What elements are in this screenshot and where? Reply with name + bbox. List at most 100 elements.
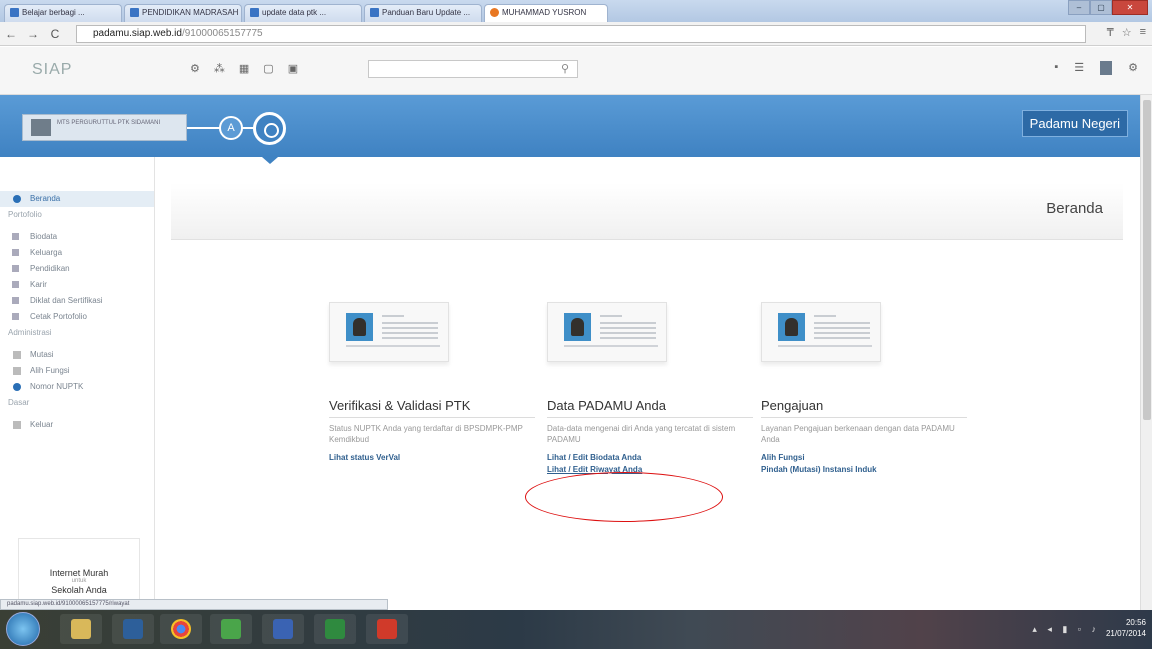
favicon-icon [490,8,499,18]
sidebar-item-beranda[interactable]: Beranda [0,191,154,207]
vertical-scrollbar[interactable] [1140,95,1152,610]
ad-banner[interactable]: Internet Murah untuk Sekolah Anda [18,538,140,600]
start-button[interactable] [6,612,40,646]
page-header: MTS PERGURUTTUL PTK SIDAMANI A Padamu Ne… [0,95,1140,164]
sidebar-item-biodata[interactable]: Biodata [0,229,154,245]
sidebar-item-pendidikan[interactable]: Pendidikan [0,261,154,277]
folder-icon [71,619,91,639]
star-icon[interactable]: ☆ [1122,26,1132,39]
page-title-bar: Beranda [171,183,1123,240]
siap-topbar: SIAP ⚙ ⁂ ▦ ▢ ▣ ⚲ ▪ ☰ ⚙ [0,47,1152,95]
card-title: Pengajuan [761,398,967,418]
grid-icon[interactable]: ▪ [1054,61,1058,75]
settings-icon[interactable]: ⚙ [1128,61,1138,75]
sidebar-item-cetak[interactable]: Cetak Portofolio [0,309,154,325]
school-photo [31,119,51,136]
avatar[interactable] [1100,61,1113,75]
taskbar-excel[interactable] [314,614,356,644]
forward-icon[interactable]: → [22,27,44,41]
taskbar-acrobat[interactable] [366,614,408,644]
main-content: Beranda Verifikasi & Validasi PTK Status… [155,157,1140,600]
address-bar[interactable]: padamu.siap.web.id/91000065157775 [76,25,1086,43]
siap-logo[interactable]: SIAP [32,61,72,79]
sidebar-item-mutasi[interactable]: Mutasi [0,347,154,363]
search-icon[interactable]: ⚲ [561,62,569,75]
taskbar-chrome[interactable] [160,614,202,644]
browser-tab[interactable]: update data ptk ... [244,4,362,22]
transfer-icon [13,351,21,359]
ad-small: untuk [71,578,87,584]
step-current-icon[interactable] [253,112,286,145]
link-pindah-mutasi[interactable]: Pindah (Mutasi) Instansi Induk [761,465,877,474]
gear-icon[interactable]: ⚙ [190,62,200,75]
scroll-thumb[interactable] [1143,100,1151,420]
profile-image [346,313,373,341]
doc-icon [12,233,19,240]
school-selector[interactable]: MTS PERGURUTTUL PTK SIDAMANI [22,114,187,141]
back-icon[interactable]: ← [0,27,22,41]
page-title: Beranda [1046,200,1103,217]
sidebar-item-diklat[interactable]: Diklat dan Sertifikasi [0,293,154,309]
power-icon [13,421,21,429]
sidebar-item-karir[interactable]: Karir [0,277,154,293]
card-thumbnail [329,302,449,362]
excel-icon [325,619,345,639]
sidebar-item-nuptk[interactable]: Nomor NUPTK [0,379,154,395]
home-icon [13,195,21,203]
system-tray[interactable]: ▴ ◂ ▮ ▫ ♪ [1032,624,1100,635]
link-edit-biodata[interactable]: Lihat / Edit Biodata Anda [547,453,641,462]
list-icon[interactable]: ☰ [1074,61,1084,75]
link-lihat-verval[interactable]: Lihat status VerVal [329,453,400,462]
maximize-button[interactable]: ▢ [1090,0,1112,15]
browser-tab[interactable]: Belajar berbagi ... [4,4,122,22]
sidebar-item-alih-fungsi[interactable]: Alih Fungsi [0,363,154,379]
sidebar-item-keluarga[interactable]: Keluarga [0,245,154,261]
card-description: Data-data mengenai diri Anda yang tercat… [547,424,736,444]
ad-title: Internet Murah [49,568,109,578]
browser-tab[interactable]: Panduan Baru Update ... [364,4,482,22]
sidebar-section-admin: Administrasi [8,328,52,337]
url-path: /91000065157775 [181,28,263,39]
highlight-ellipse [525,472,723,522]
padamu-negeri-button[interactable]: Padamu Negeri [1021,110,1128,137]
browser-toolbar: ← → C padamu.siap.web.id/91000065157775 … [0,22,1152,46]
taskbar-word[interactable] [262,614,304,644]
close-button[interactable]: ✕ [1112,0,1148,15]
step-a-button[interactable]: A [219,116,243,140]
card-description: Layanan Pengajuan berkenaan dengan data … [761,424,955,444]
card-title: Data PADAMU Anda [547,398,753,418]
taskbar-app[interactable] [210,614,252,644]
favicon-icon [10,8,19,18]
taskbar-media[interactable] [112,614,154,644]
link-alih-fungsi[interactable]: Alih Fungsi [761,453,805,462]
taskbar-explorer[interactable] [60,614,102,644]
minimize-button[interactable]: – [1068,0,1090,15]
chrome-icon [171,619,191,639]
building-icon[interactable]: ▦ [239,62,249,75]
card-description: Status NUPTK Anda yang terdaftar di BPSD… [329,424,523,444]
acrobat-icon [377,619,397,639]
network-icon[interactable]: ⁂ [214,62,225,75]
doc-icon [12,249,19,256]
taskbar-clock[interactable]: 20:56 21/07/2014 [1106,617,1146,639]
menu-icon[interactable]: ≡ [1140,26,1146,39]
translate-icon[interactable]: ₸ [1107,26,1114,39]
profile-image [778,313,805,341]
url-host: padamu.siap.web.id [93,28,182,39]
sidebar-item-keluar[interactable]: Keluar [0,417,154,433]
person-icon [13,367,21,375]
reload-icon[interactable]: C [44,27,66,41]
browser-tab[interactable]: PENDIDIKAN MADRASAH ... [124,4,242,22]
sidebar-section-portfolio: Portofolio [8,210,42,219]
sidebar-section-other: Dasar [8,398,30,407]
word-icon [273,619,293,639]
clock-date: 21/07/2014 [1105,629,1146,638]
card-title: Verifikasi & Validasi PTK [329,398,535,418]
clock-time: 20:56 [1125,618,1146,627]
school-name: MTS PERGURUTTUL PTK SIDAMANI [57,120,161,126]
search-input[interactable]: ⚲ [368,60,578,78]
favicon-icon [250,8,259,18]
bookmark-icon[interactable]: ▣ [288,62,298,75]
browser-tab-active[interactable]: MUHAMMAD YUSRON [484,4,608,22]
document-icon[interactable]: ▢ [263,62,273,75]
